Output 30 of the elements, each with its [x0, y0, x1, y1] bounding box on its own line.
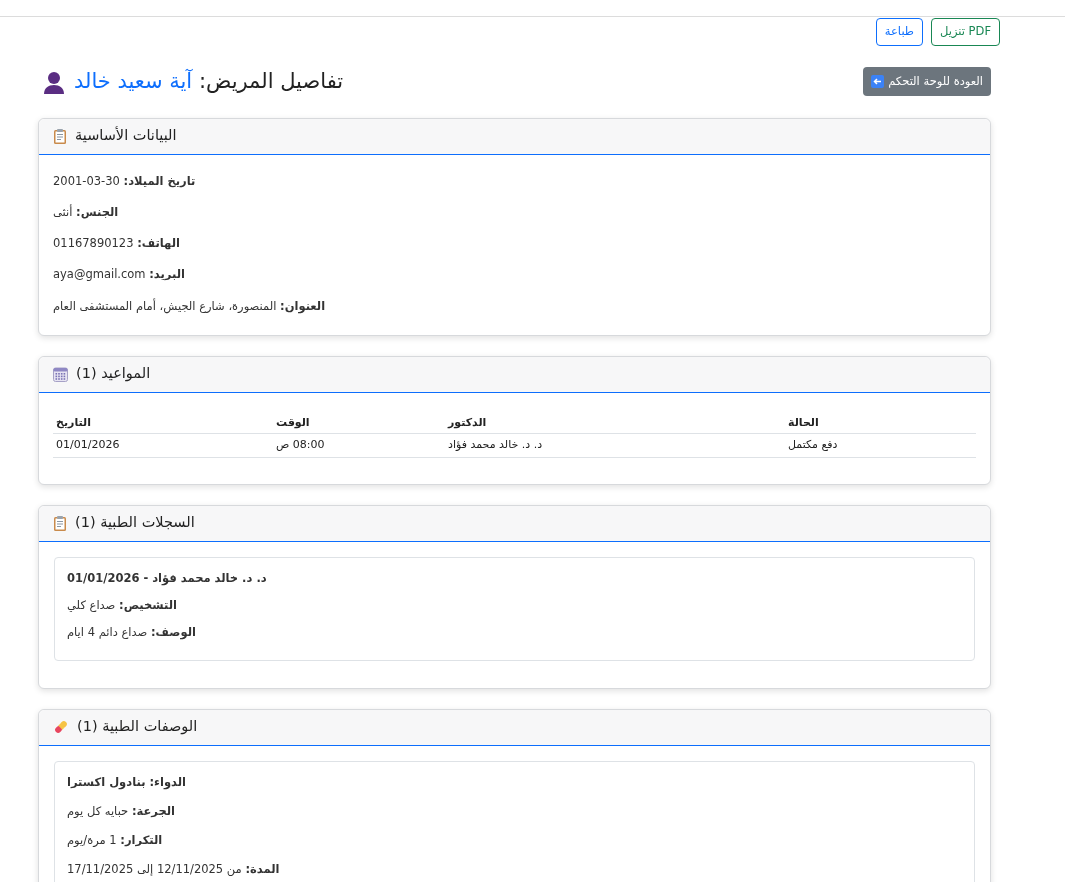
card-title: المواعيد (1) — [76, 364, 151, 384]
print-button[interactable]: طباعة — [875, 18, 923, 46]
column-header: الحالة — [785, 412, 976, 434]
info-line: العنوان: المنصورة، شارع الجيش، أمام المستشفى العام — [53, 297, 327, 315]
card-title: البيانات الأساسية — [75, 125, 177, 146]
clipboard-icon — [53, 128, 67, 144]
column-header: الدكتور — [445, 412, 785, 434]
calendar-icon — [53, 366, 68, 382]
download-button[interactable]: PDF تنزيل — [931, 18, 1000, 46]
table-cell: 01/01/2026 — [53, 433, 273, 458]
info-line: الجنس: أنثى — [53, 203, 120, 221]
column-header: الوقت — [273, 412, 445, 434]
card-title: الوصفات الطبية (1) — [77, 717, 198, 737]
table-cell: د. د. خالد محمد فؤاد — [445, 433, 785, 458]
info-line: الجرعة: حبايه كل يوم — [67, 802, 176, 820]
table-cell: دفع مكتمل — [785, 433, 976, 458]
info-line: التشخيص: صداع كلي — [67, 597, 178, 614]
info-line: الوصف: صداع دائم 4 ايام — [67, 624, 197, 642]
person-icon — [42, 69, 66, 94]
record-heading: د. د. خالد محمد فؤاد - 01/01/2026 — [67, 569, 268, 587]
page-title: تفاصيل المريض: آية سعيد خالد — [74, 68, 344, 95]
info-line: المدة: من 12/11/2025 إلى 17/11/2025 — [67, 861, 281, 879]
column-header: التاريخ — [53, 412, 273, 434]
pill-icon — [53, 719, 69, 735]
clipboard-icon — [53, 515, 67, 532]
back-button[interactable]: العودة للوحة التحكم — [863, 67, 991, 97]
info-line: التكرار: 1 مرة/يوم — [67, 832, 164, 849]
medicine-name: الدواء: بنادول اكسترا — [67, 773, 187, 791]
card-title: السجلات الطبية (1) — [75, 513, 195, 533]
table-cell: 08:00 ص — [273, 433, 445, 458]
